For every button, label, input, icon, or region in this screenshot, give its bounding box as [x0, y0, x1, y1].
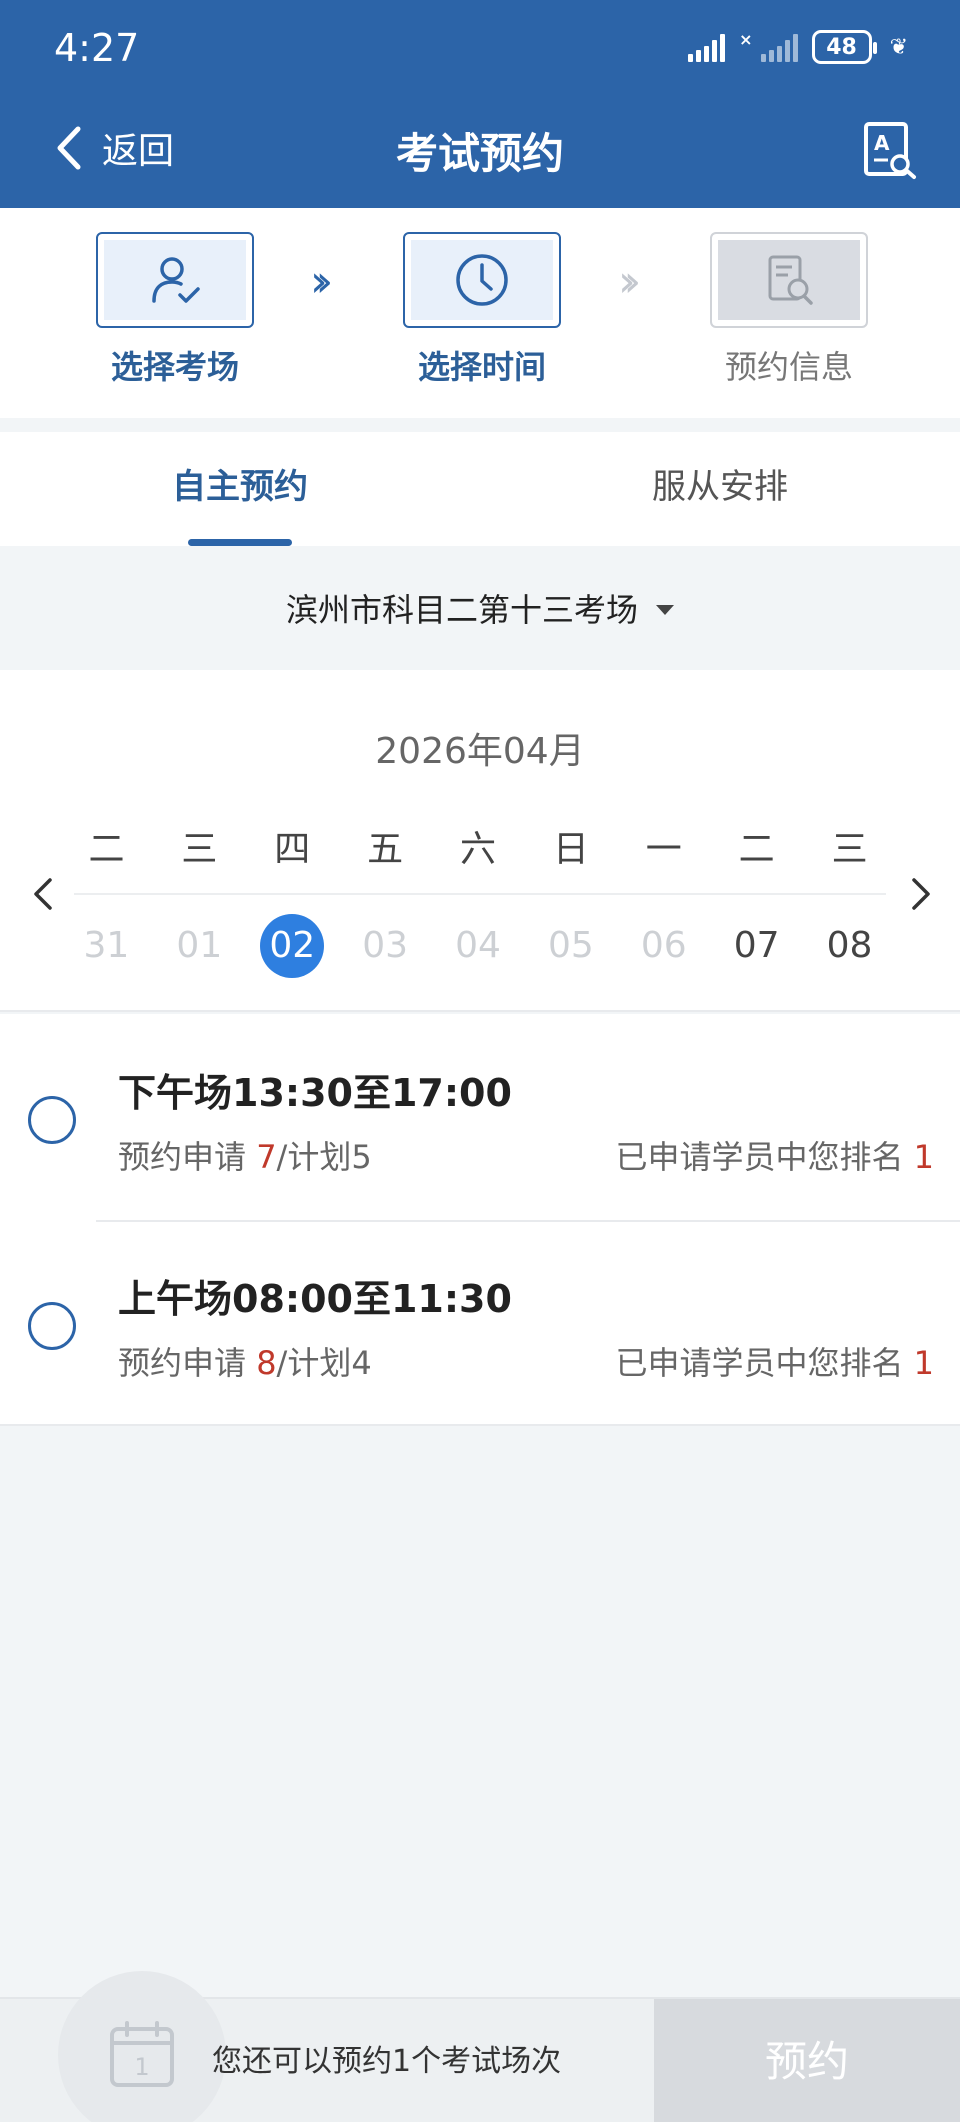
venue-name: 滨州市科目二第十三考场	[285, 591, 638, 629]
rank-value: 1	[913, 1138, 934, 1176]
signal-icon	[688, 32, 726, 62]
chevron-right-icon	[912, 878, 930, 910]
step-icon-box	[96, 232, 254, 328]
date-cell[interactable]: 02	[246, 914, 339, 978]
apply-count: 7	[256, 1138, 277, 1176]
step-label: 预约信息	[724, 348, 853, 386]
signal-weak-icon	[760, 32, 798, 62]
session-title: 下午场13:30至17:00	[118, 1071, 512, 1115]
weekday-label: 五	[367, 829, 404, 870]
session-apply-info: 预约申请 8/计划4	[118, 1338, 372, 1384]
apply-label: 预约申请	[118, 1138, 247, 1176]
tab-self-booking[interactable]: 自主预约	[0, 432, 480, 546]
book-button[interactable]: 预约	[654, 1999, 960, 2122]
tab-follow-arrangement[interactable]: 服从安排	[480, 432, 960, 546]
booking-mode-tabs: 自主预约 服从安排	[0, 432, 960, 546]
calendar-day: 1	[134, 2053, 149, 2081]
svg-text:A: A	[874, 131, 890, 155]
user-check-icon	[152, 257, 200, 303]
document-search-icon	[768, 255, 813, 305]
step-select-time[interactable]: 选择时间	[403, 232, 561, 388]
battery-level: 48	[826, 34, 857, 60]
caret-down-icon	[656, 605, 674, 615]
date-cell[interactable]: 07	[710, 914, 803, 978]
venue-dropdown[interactable]: 滨州市科目二第十三考场	[0, 546, 960, 670]
date-calendar: 2026年04月 二 三 四 五 六 日 一 二 三 31 01 02 03 04 05 0…	[0, 670, 960, 1012]
status-time: 4:27	[54, 26, 140, 70]
page-title: 考试预约	[395, 129, 564, 178]
weekday-label: 六	[460, 829, 497, 870]
date-row: 31 01 02 03 04 05 06 07 08	[60, 914, 896, 978]
date-cell: 03	[362, 925, 409, 966]
selected-date: 02	[260, 914, 325, 978]
date-cell[interactable]: 08	[803, 914, 896, 978]
bottom-bar: 1 您还可以预约1个考试场次 预约	[0, 1971, 960, 2122]
session-radio[interactable]	[28, 1302, 76, 1350]
weekday-label: 三	[181, 829, 218, 870]
step-select-venue[interactable]: 选择考场	[96, 232, 254, 388]
remaining-quota-text: 您还可以预约1个考试场次	[212, 2044, 562, 2079]
calendar-button[interactable]: 1	[58, 1971, 226, 2122]
prev-week-button[interactable]	[24, 874, 64, 914]
step-label: 选择考场	[110, 348, 239, 386]
step-icon-box	[710, 232, 868, 328]
calendar-month: 2026年04月	[375, 731, 585, 772]
date-cell: 05	[547, 925, 594, 966]
document-search-icon[interactable]: A	[862, 120, 918, 180]
apply-count: 8	[256, 1344, 277, 1382]
session-rank: 已申请学员中您排名 1	[615, 1132, 934, 1178]
clock-icon	[456, 254, 508, 306]
weekday-label: 二	[738, 829, 775, 870]
session-list: 下午场13:30至17:00 预约申请 7/计划5 已申请学员中您排名 1 上午…	[0, 1014, 960, 1426]
step-icon-box	[403, 232, 561, 328]
leaf-icon: ❦	[889, 34, 908, 60]
weekday-label: 二	[88, 829, 125, 870]
rank-label: 已申请学员中您排名	[615, 1344, 904, 1382]
app-header: 4:27 × 48 ❦ 返回 考试预约 A	[0, 0, 960, 208]
step-booking-info[interactable]: 预约信息	[710, 232, 868, 388]
rank-label: 已申请学员中您排名	[615, 1138, 904, 1176]
double-chevron-right-icon: ››	[310, 256, 333, 307]
weekday-label: 三	[831, 829, 868, 870]
weekday-label: 一	[645, 829, 682, 870]
date-cell: 31	[83, 925, 130, 966]
calendar-icon: 1	[110, 2021, 174, 2087]
status-icons: × 48 ❦	[688, 30, 908, 64]
session-radio[interactable]	[28, 1096, 76, 1144]
battery-icon: 48	[811, 30, 877, 64]
date-cell: 04	[455, 925, 501, 966]
next-week-button[interactable]	[900, 874, 940, 914]
session-rank: 已申请学员中您排名 1	[615, 1338, 934, 1384]
weekday-label: 日	[552, 829, 589, 870]
rank-value: 1	[913, 1344, 934, 1382]
plan-label: /计划4	[276, 1344, 372, 1382]
step-label: 选择时间	[417, 348, 546, 386]
booking-steps: 选择考场 ›› 选择时间 ›› 预约信息	[0, 208, 960, 418]
date-cell: 01	[176, 925, 223, 966]
double-chevron-right-icon: ››	[618, 256, 641, 307]
session-item-morning[interactable]: 上午场08:00至11:30 预约申请 8/计划4 已申请学员中您排名 1	[0, 1220, 960, 1426]
no-signal-icon: ×	[739, 30, 753, 49]
calendar-divider	[74, 893, 886, 895]
apply-label: 预约申请	[118, 1344, 247, 1382]
chevron-left-icon	[34, 878, 52, 910]
plan-label: /计划5	[276, 1138, 372, 1176]
weekday-label: 四	[274, 829, 311, 870]
session-title: 上午场08:00至11:30	[118, 1277, 512, 1321]
session-apply-info: 预约申请 7/计划5	[118, 1132, 372, 1178]
weekday-row: 二 三 四 五 六 日 一 二 三	[60, 820, 896, 872]
date-cell: 06	[640, 925, 687, 966]
session-item-afternoon[interactable]: 下午场13:30至17:00 预约申请 7/计划5 已申请学员中您排名 1	[0, 1014, 960, 1220]
